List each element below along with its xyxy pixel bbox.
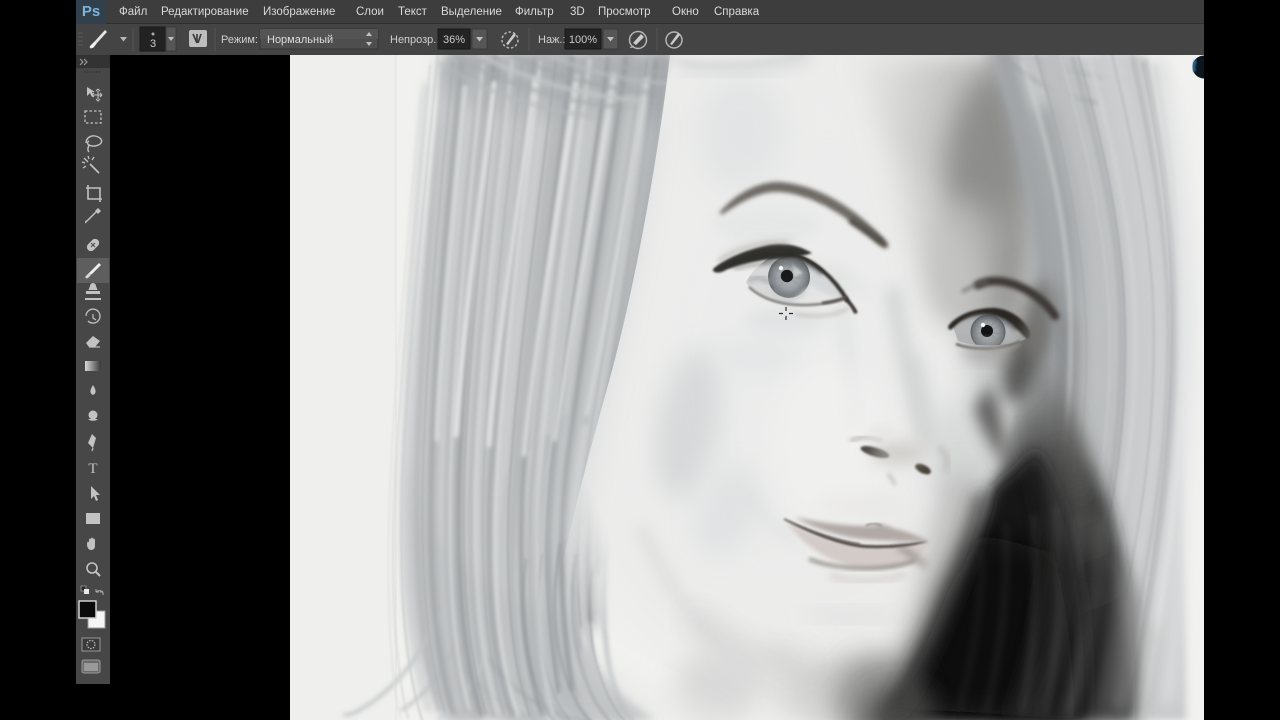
svg-text:Режим:: Режим: xyxy=(221,34,258,46)
svg-text:3: 3 xyxy=(150,38,156,50)
svg-text:36%: 36% xyxy=(443,34,465,46)
svg-text:T: T xyxy=(88,461,97,477)
svg-text:Наж.:: Наж.: xyxy=(538,34,566,46)
svg-text:Непрозр.:: Непрозр.: xyxy=(390,34,439,46)
svg-text:100%: 100% xyxy=(569,34,597,46)
svg-text:Нормальный: Нормальный xyxy=(267,34,333,46)
